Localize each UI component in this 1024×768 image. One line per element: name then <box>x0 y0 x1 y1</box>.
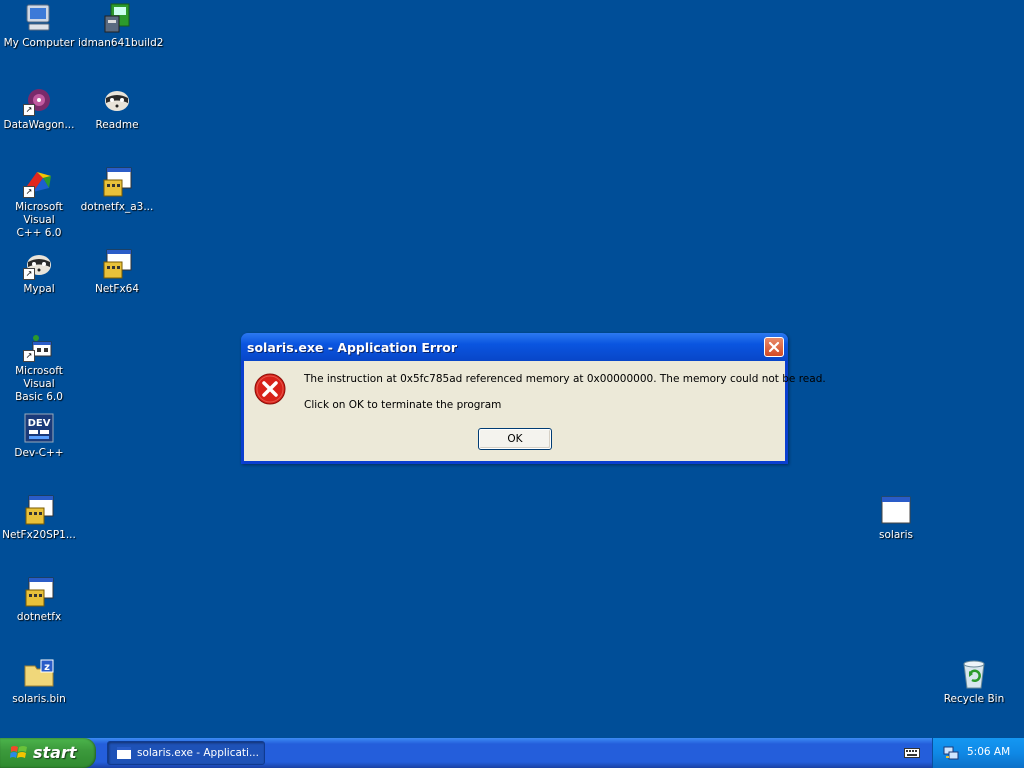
svg-text:z: z <box>44 662 50 673</box>
desktop-icon-label: solaris <box>879 529 913 541</box>
setup-window-icon <box>23 494 55 526</box>
system-tray: 5:06 AM <box>932 738 1024 768</box>
desktop-icon-label: solaris.bin <box>12 693 66 705</box>
desktop-icon-dotnetfx-a3[interactable]: dotnetfx_a3... <box>78 166 156 214</box>
desktop-icon-label: Dev-C++ <box>14 447 64 459</box>
desktop-icon-label: Microsoft Visual C++ 6.0 <box>15 201 63 239</box>
desktop-icon-idman[interactable]: idman641build2 <box>78 2 164 50</box>
dialog-title: solaris.exe - Application Error <box>247 340 457 355</box>
desktop-icon-label: My Computer <box>3 37 75 49</box>
desktop-icon-label: Readme <box>95 119 139 131</box>
shortcut-arrow-icon: ↗ <box>23 104 35 116</box>
application-error-dialog: solaris.exe - Application Error The inst… <box>241 333 826 464</box>
windows-logo-icon <box>10 746 27 758</box>
shortcut-arrow-icon: ↗ <box>23 186 35 198</box>
raccoon-icon: ↗ <box>23 248 55 280</box>
start-label: start <box>33 743 77 762</box>
desktop-icon-dotnetfx[interactable]: dotnetfx <box>0 576 78 624</box>
desktop-icon-mypal[interactable]: ↗ Mypal <box>0 248 78 296</box>
raccoon-icon <box>101 84 133 116</box>
clock[interactable]: 5:06 AM <box>967 746 1010 758</box>
desktop-icon-label: dotnetfx <box>16 611 62 623</box>
desktop-icon-label: dotnetfx_a3... <box>80 201 154 213</box>
app-window-icon <box>880 494 912 526</box>
desktop-icon-my-computer[interactable]: My Computer <box>0 2 78 50</box>
desktop-icon-recycle-bin[interactable]: Recycle Bin <box>935 658 1013 706</box>
close-icon <box>768 341 780 353</box>
shortcut-arrow-icon: ↗ <box>23 350 35 362</box>
desktop-icon-visual-basic[interactable]: ↗ Microsoft Visual Basic 6.0 <box>0 330 78 404</box>
dialog-body: The instruction at 0x5fc785ad referenced… <box>244 361 826 461</box>
desktop-icon-label: NetFx64 <box>94 283 140 295</box>
dialog-titlebar[interactable]: solaris.exe - Application Error <box>241 333 788 361</box>
start-button[interactable]: start <box>0 738 96 768</box>
setup-window-icon <box>23 576 55 608</box>
error-icon <box>253 372 287 406</box>
desktop-icon-visual-cpp[interactable]: ↗ Microsoft Visual C++ 6.0 <box>0 166 78 240</box>
desktop-icon-label: Recycle Bin <box>943 693 1005 705</box>
my-computer-icon <box>23 2 55 34</box>
taskbar: start solaris.exe - Applicati... 5:06 AM <box>0 738 1024 768</box>
desktop-icon-netfx20sp1[interactable]: NetFx20SP1... <box>0 494 78 542</box>
desktop-icon-label: Microsoft Visual Basic 6.0 <box>15 365 63 403</box>
error-message: The instruction at 0x5fc785ad referenced… <box>304 373 826 385</box>
close-button[interactable] <box>764 337 784 357</box>
dev-cpp-icon: DEV <box>23 412 55 444</box>
desktop-icon-dev-cpp[interactable]: DEV Dev-C++ <box>0 412 78 460</box>
svg-text:DEV: DEV <box>28 418 51 429</box>
desktop-icon-label: DataWagon... <box>3 119 75 131</box>
taskbar-item-solaris[interactable]: solaris.exe - Applicati... <box>107 741 265 765</box>
taskbar-item-label: solaris.exe - Applicati... <box>137 747 259 759</box>
desktop-icon-label: NetFx20SP1... <box>2 529 76 541</box>
desktop-icon-readme[interactable]: Readme <box>78 84 156 132</box>
recycle-bin-icon <box>958 658 990 690</box>
setup-window-icon <box>101 166 133 198</box>
app-window-icon <box>117 747 131 759</box>
desktop-icon-solaris-bin[interactable]: z solaris.bin <box>0 658 78 706</box>
desktop-icon-solaris[interactable]: solaris <box>857 494 935 542</box>
visual-basic-icon: ↗ <box>23 330 55 362</box>
shortcut-arrow-icon: ↗ <box>23 268 35 280</box>
error-sub-message: Click on OK to terminate the program <box>304 399 502 411</box>
desktop-icon-label: idman641build2 <box>78 37 164 49</box>
desktop-icon-label: Mypal <box>23 283 55 295</box>
network-icon[interactable] <box>943 745 959 761</box>
keyboard-icon[interactable] <box>904 748 920 758</box>
setup-window-icon <box>101 248 133 280</box>
ok-button[interactable]: OK <box>478 428 552 450</box>
desktop-icon-netfx64[interactable]: NetFx64 <box>78 248 156 296</box>
installer-icon <box>101 2 133 34</box>
datawagon-icon: ↗ <box>23 84 55 116</box>
desktop-icon-datawagon[interactable]: ↗ DataWagon... <box>0 84 78 132</box>
desktop: My Computer ↗ DataWagon... ↗ Microsoft V… <box>0 0 1024 738</box>
zip-folder-icon: z <box>23 658 55 690</box>
visual-cpp-icon: ↗ <box>23 166 55 198</box>
